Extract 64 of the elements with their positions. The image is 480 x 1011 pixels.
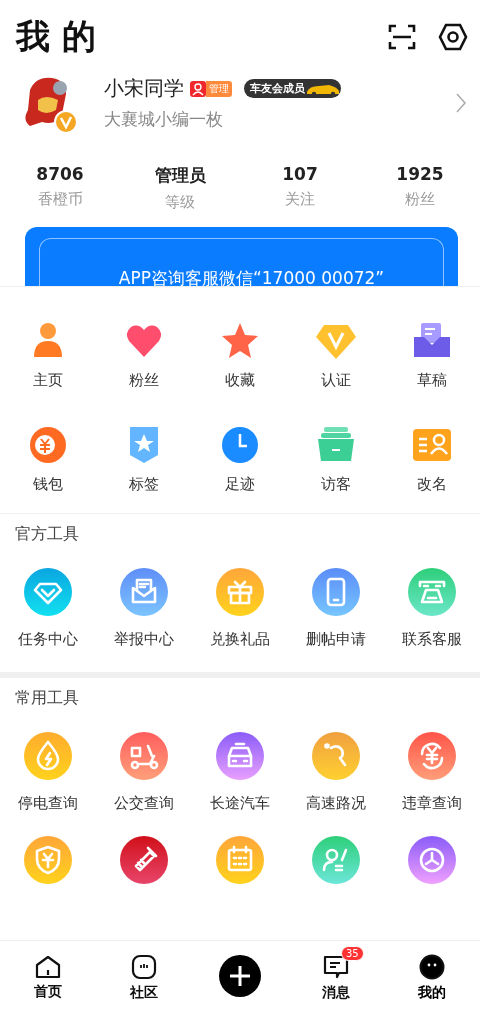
- shortcut-label[interactable]: 改名: [417, 475, 447, 494]
- stat-value: 8706: [36, 164, 84, 184]
- user-name: 小宋同学: [104, 75, 184, 102]
- shortcut-label[interactable]: 钱包: [33, 475, 63, 494]
- calendar-icon[interactable]: [216, 836, 264, 884]
- shortcut-label[interactable]: 收藏: [225, 371, 255, 390]
- face-icon: [419, 954, 445, 980]
- stat-label: 等级: [165, 193, 195, 212]
- tool-label[interactable]: 删帖申请: [306, 630, 366, 649]
- stat-label: 香橙币: [37, 190, 83, 209]
- tool-label[interactable]: 公交查询: [114, 794, 174, 813]
- shortcut-label[interactable]: 足迹: [225, 475, 255, 494]
- stat-value: 1925: [396, 164, 444, 184]
- user-bio: 大襄城小编一枚: [104, 108, 224, 131]
- shortcut-label[interactable]: 粉丝: [129, 371, 159, 390]
- tool-label[interactable]: 停电查询: [18, 794, 78, 813]
- plus-icon: [228, 964, 252, 988]
- unread-badge: 35: [341, 946, 364, 961]
- tab-item[interactable]: 首页: [0, 941, 96, 1011]
- member-badge: 车友会成员: [244, 79, 341, 98]
- chat-bubble-icon: [131, 954, 157, 980]
- settings-icon[interactable]: [438, 23, 468, 51]
- phone-icon[interactable]: [312, 568, 360, 616]
- message-icon: [323, 954, 349, 980]
- tab-item[interactable]: 我的: [384, 941, 480, 1011]
- home-icon: [35, 955, 61, 979]
- banner-text: APP咨询客服微信“17000 00072”: [118, 266, 385, 286]
- envelope-icon[interactable]: [120, 568, 168, 616]
- stat-value: 管理员: [154, 164, 206, 187]
- drop-icon[interactable]: [24, 732, 72, 780]
- section-title: 常用工具: [14, 687, 80, 709]
- banner-card[interactable]: APP咨询客服微信“17000 00072”: [25, 226, 458, 286]
- role-badge: 管理: [206, 80, 232, 97]
- tool-label[interactable]: 联系客服: [402, 630, 462, 649]
- shield-icon[interactable]: [24, 836, 72, 884]
- scan-icon[interactable]: [388, 24, 416, 50]
- shortcut-label[interactable]: 访客: [321, 475, 351, 494]
- tool-label[interactable]: 高速路况: [306, 794, 366, 813]
- wheel-icon[interactable]: [408, 836, 456, 884]
- user-edit-icon[interactable]: [312, 836, 360, 884]
- tool-label[interactable]: 长途汽车: [210, 794, 270, 813]
- car-icon[interactable]: [216, 732, 264, 780]
- tool-label[interactable]: 任务中心: [18, 630, 78, 649]
- stat-label: 关注: [285, 190, 315, 209]
- stat-value: 107: [282, 164, 318, 184]
- chevron-right-icon[interactable]: [456, 93, 466, 113]
- user-icon: [190, 80, 206, 97]
- add-button[interactable]: [219, 955, 261, 997]
- telephone-icon[interactable]: [408, 568, 456, 616]
- shortcut-label[interactable]: 草稿: [417, 371, 447, 390]
- tab-item[interactable]: 社区: [96, 941, 192, 1011]
- exchange-icon[interactable]: [408, 732, 456, 780]
- shortcut-label[interactable]: 主页: [33, 371, 63, 390]
- section-title: 官方工具: [14, 523, 80, 545]
- shortcut-label[interactable]: 认证: [321, 371, 351, 390]
- tool-label[interactable]: 举报中心: [114, 630, 174, 649]
- shortcut-label[interactable]: 标签: [129, 475, 159, 494]
- tab-item[interactable]: 35 消息: [288, 941, 384, 1011]
- page-title: 我 的: [16, 15, 97, 58]
- tool-label[interactable]: 兑换礼品: [210, 630, 270, 649]
- stat-label: 粉丝: [405, 190, 435, 209]
- gift-icon[interactable]: [216, 568, 264, 616]
- tool-label[interactable]: 违章查询: [402, 794, 462, 813]
- scooter-icon[interactable]: [120, 732, 168, 780]
